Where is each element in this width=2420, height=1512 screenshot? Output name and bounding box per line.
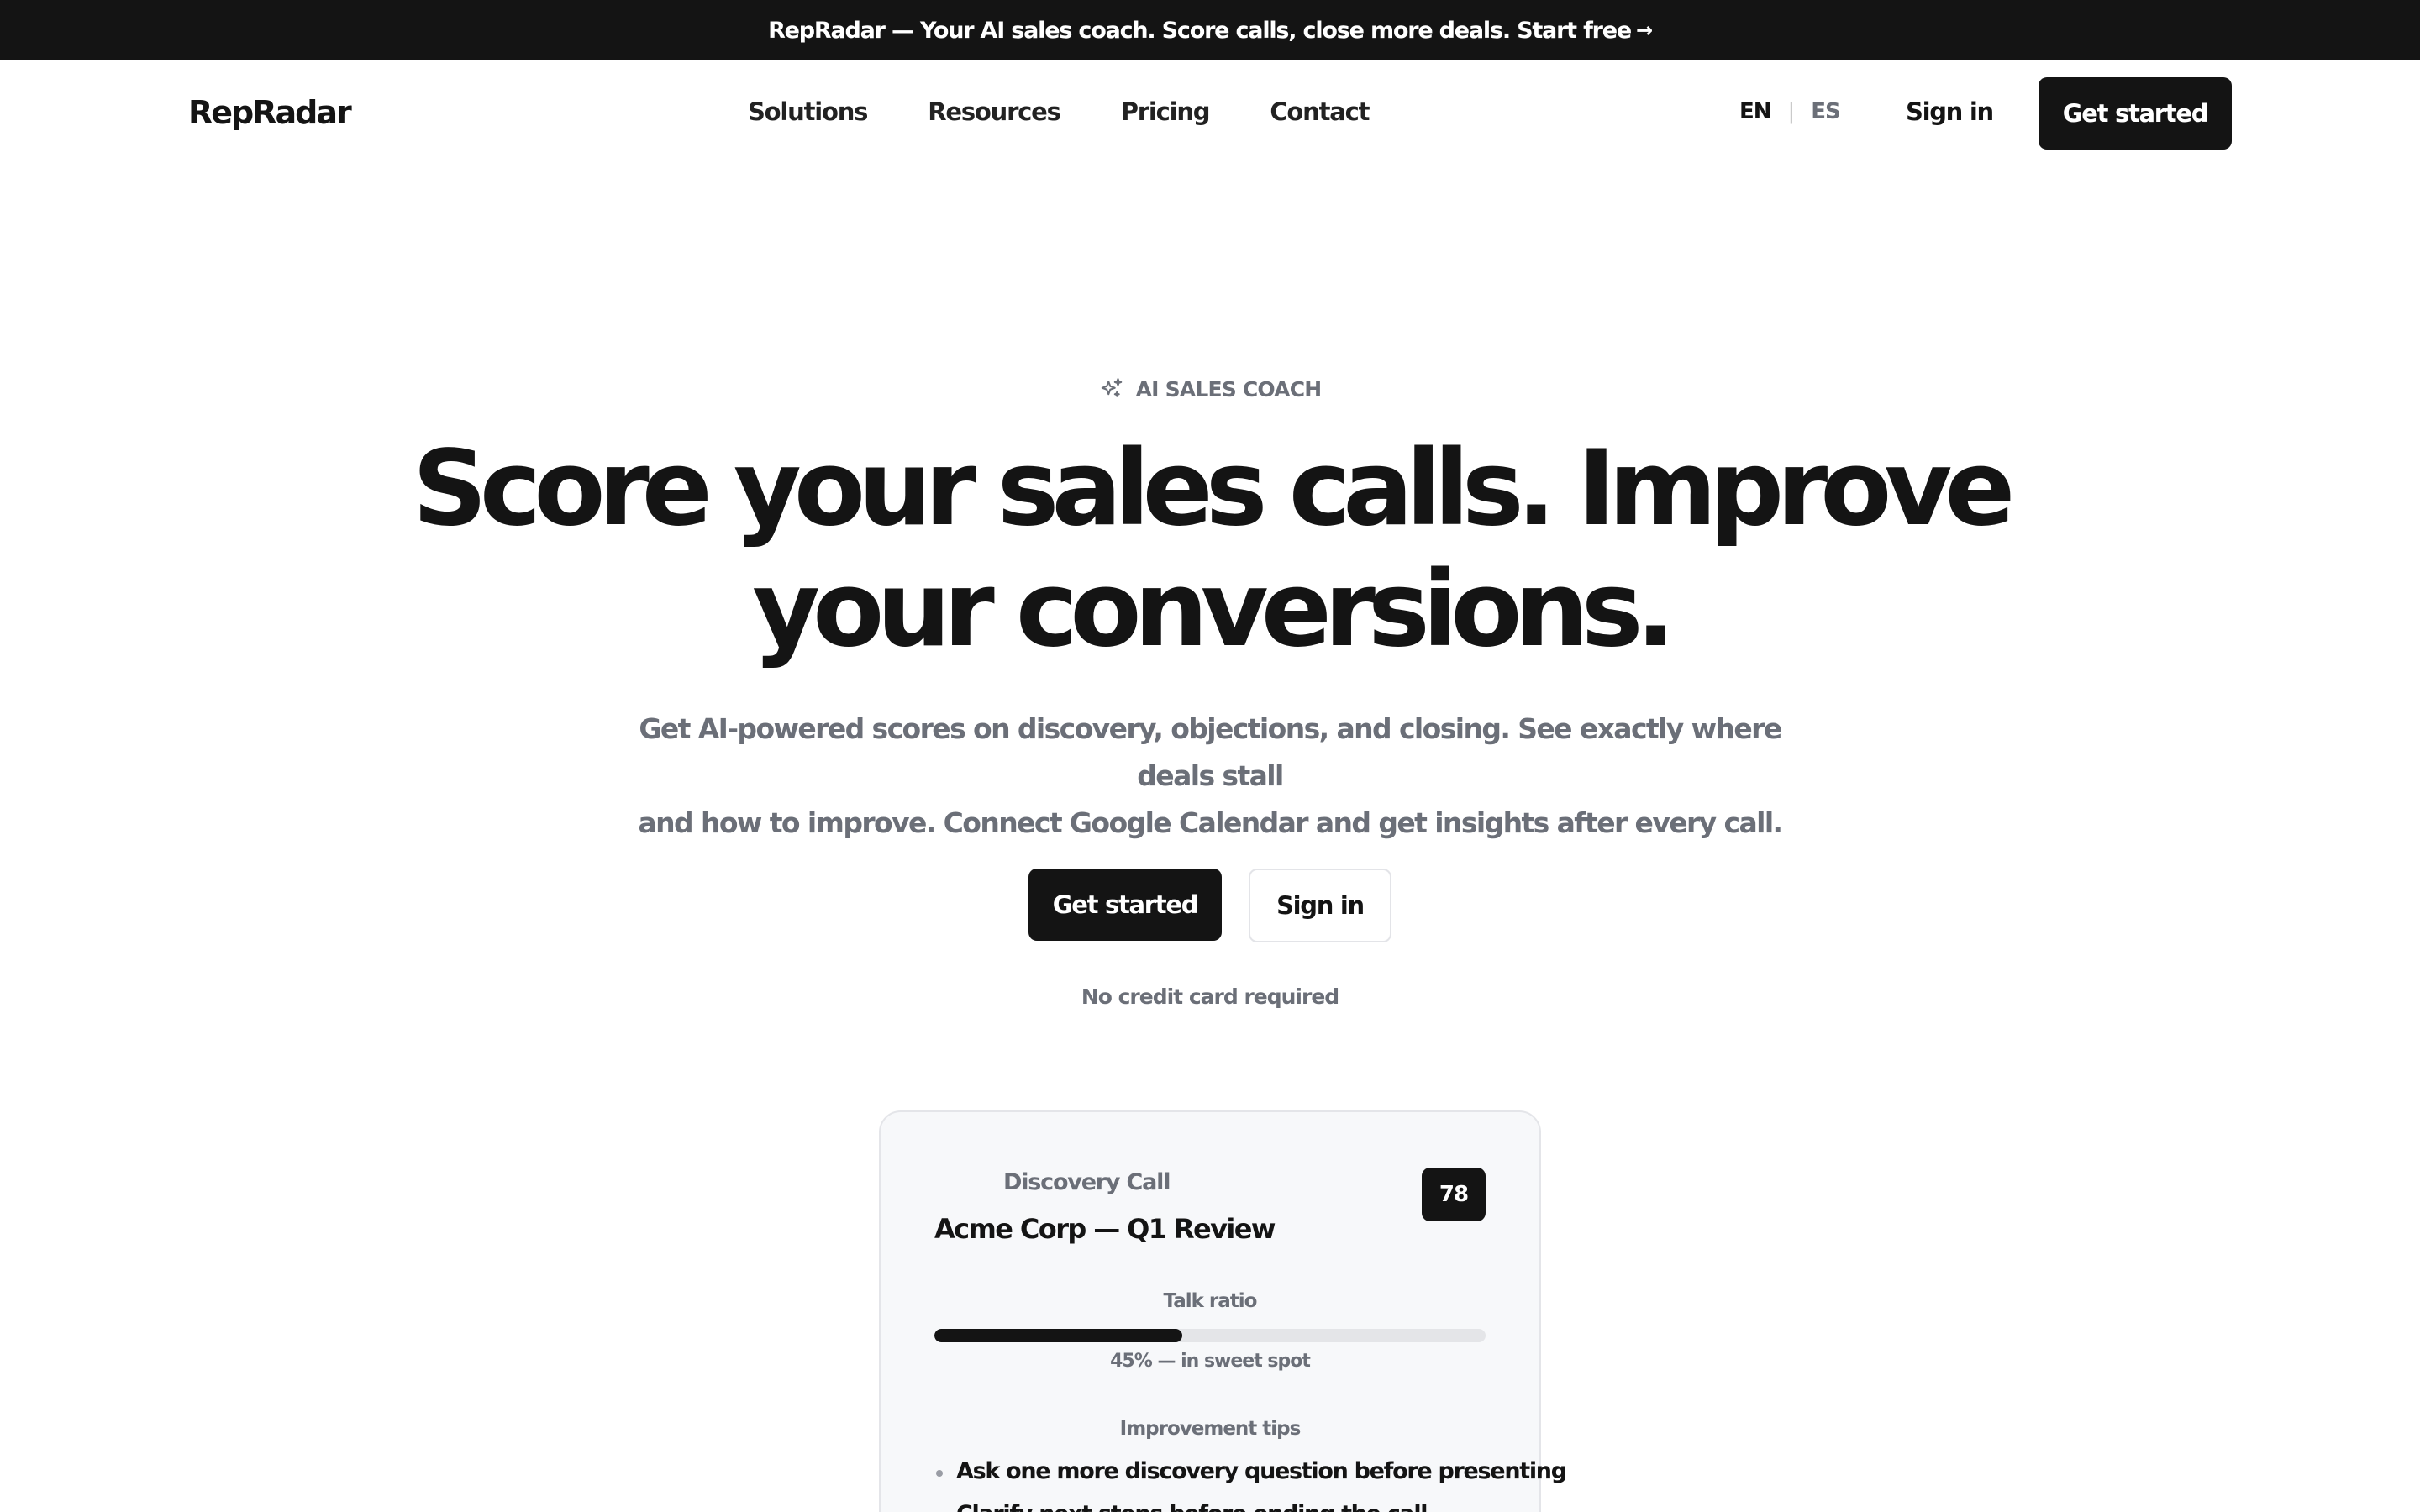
talk-ratio-caption: 45% — in sweet spot xyxy=(1110,1351,1311,1372)
improvement-tips-label: Improvement tips xyxy=(1119,1418,1302,1440)
list-item: Ask one more discovery question before p… xyxy=(934,1458,1567,1484)
talk-ratio-label: Talk ratio xyxy=(1163,1290,1258,1312)
main-nav: Solutions Resources Pricing Contact xyxy=(748,97,1370,126)
sparkle-icon xyxy=(1101,378,1122,397)
talk-ratio-bar-fill xyxy=(934,1329,1183,1342)
arrow-right-icon: → xyxy=(1635,18,1653,42)
announcement-bar[interactable]: RepRadar — Your AI sales coach. Score ca… xyxy=(0,0,2420,60)
talk-ratio-bar xyxy=(934,1329,1486,1342)
lang-en[interactable]: EN xyxy=(1739,99,1772,124)
score-badge: 78 xyxy=(1422,1168,1486,1221)
improvement-tips-list: Ask one more discovery question before p… xyxy=(934,1458,1567,1512)
header-get-started-button[interactable]: Get started xyxy=(2039,77,2232,150)
hero-cta-group: Get started Sign in xyxy=(0,869,2420,942)
no-credit-card-note: No credit card required xyxy=(1081,984,1339,1009)
hero-eyebrow: AI SALES COACH xyxy=(0,376,2420,402)
nav-resources[interactable]: Resources xyxy=(928,97,1061,126)
nav-pricing[interactable]: Pricing xyxy=(1121,97,1211,126)
subhead-line-2: and how to improve. Connect Google Calen… xyxy=(638,806,1784,839)
language-switcher: EN | ES xyxy=(1739,99,1841,124)
hero-headline: Score your sales calls. Improve your con… xyxy=(0,428,2420,670)
hero-get-started-button[interactable]: Get started xyxy=(1028,869,1222,941)
call-type-label: Discovery Call xyxy=(1003,1169,1171,1195)
headline-line-2: your conversions. xyxy=(752,549,1675,670)
landing-page: RepRadar — Your AI sales coach. Score ca… xyxy=(0,0,2420,1512)
headline-line-1: Score your sales calls. Improve xyxy=(412,428,2016,549)
call-score-preview-card: Discovery Call Acme Corp — Q1 Review 78 … xyxy=(879,1110,1567,1512)
subhead-line-1: Get AI-powered scores on discovery, obje… xyxy=(639,712,1782,792)
list-item: Clarify next steps before ending the cal… xyxy=(934,1501,1506,1512)
lang-es[interactable]: ES xyxy=(1811,99,1840,124)
hero-subheadline: Get AI-powered scores on discovery, obje… xyxy=(605,706,1815,847)
lang-separator: | xyxy=(1787,99,1796,124)
logo[interactable]: RepRadar xyxy=(188,94,352,131)
nav-contact[interactable]: Contact xyxy=(1270,97,1370,126)
nav-solutions[interactable]: Solutions xyxy=(748,97,868,126)
eyebrow-text: AI SALES COACH xyxy=(1135,376,1323,402)
header-sign-in-link[interactable]: Sign in xyxy=(1906,97,1994,126)
announcement-text: RepRadar — Your AI sales coach. Score ca… xyxy=(768,17,1632,44)
call-title: Acme Corp — Q1 Review xyxy=(934,1213,1276,1245)
hero-sign-in-button[interactable]: Sign in xyxy=(1249,869,1392,942)
site-header: RepRadar Solutions Resources Pricing Con… xyxy=(0,60,2420,166)
